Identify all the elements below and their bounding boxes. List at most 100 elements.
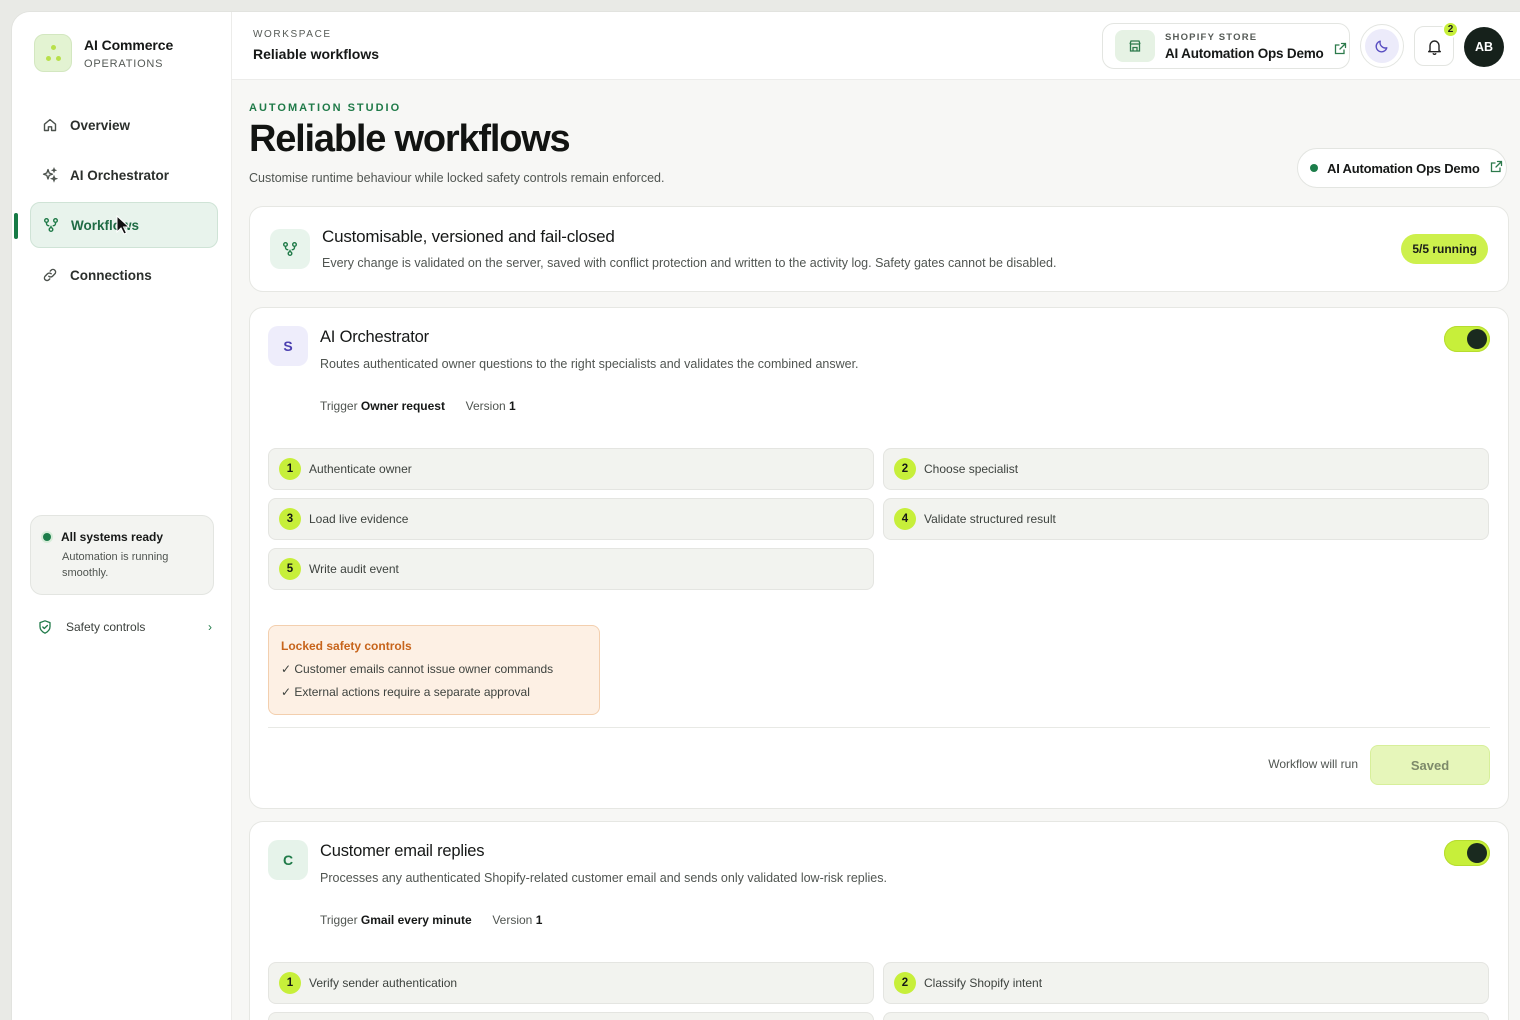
step-label: Validate structured result [924, 512, 1056, 526]
version-label: Version [492, 913, 533, 927]
workflow-step [268, 1012, 874, 1020]
info-card-title: Customisable, versioned and fail-closed [322, 227, 615, 246]
app-window: AI Commerce OPERATIONS Overview AI Orche… [12, 12, 1520, 1020]
safety-controls-label: Safety controls [66, 620, 146, 634]
safety-controls-link[interactable]: Safety controls › [36, 616, 212, 638]
step-number: 5 [279, 558, 301, 580]
trigger-value: Gmail every minute [360, 913, 472, 927]
locked-controls-title: Locked safety controls [281, 639, 412, 653]
step-label: Choose specialist [924, 462, 1019, 476]
workflow-run-status: Workflow will run [1268, 757, 1358, 771]
workflow-avatar: S [268, 326, 308, 366]
step-label: Verify sender authentication [309, 976, 458, 990]
workflow-step: 2 Classify Shopify intent [883, 962, 1489, 1004]
active-nav-indicator [14, 213, 18, 239]
brand[interactable]: AI Commerce OPERATIONS [34, 34, 173, 72]
workspace-title: Reliable workflows [253, 46, 380, 62]
trigger-label: Trigger [320, 913, 358, 927]
workflow-avatar: C [268, 840, 308, 880]
workflow-card-customer-email-replies: C Customer email replies Processes any a… [249, 821, 1509, 1020]
moon-icon [1375, 40, 1388, 53]
workflow-step: 2 Choose specialist [883, 448, 1489, 490]
store-name: AI Automation Ops Demo [1165, 45, 1324, 61]
brand-name: AI Commerce [84, 36, 174, 53]
external-link-icon [1490, 160, 1503, 176]
sidebar-item-connections[interactable]: Connections [30, 252, 218, 298]
step-number: 2 [894, 458, 916, 480]
notification-count-badge: 2 [1442, 21, 1459, 38]
link-icon [42, 267, 58, 283]
mouse-cursor-icon [116, 215, 131, 235]
sidebar-item-workflows[interactable]: Workflows [30, 202, 218, 248]
version-label: Version [465, 399, 506, 413]
sidebar-nav: Overview AI Orchestrator Workflows Conne… [30, 102, 218, 302]
version-value: 1 [509, 399, 516, 413]
main-content: AUTOMATION STUDIO Reliable workflows Cus… [249, 80, 1509, 1020]
store-pill[interactable]: AI Automation Ops Demo [1297, 148, 1507, 188]
version-value: 1 [535, 913, 543, 927]
workflow-title: Customer email replies [320, 842, 485, 860]
step-number: 1 [279, 458, 301, 480]
shopify-store-chip[interactable]: SHOPIFY STORE AI Automation Ops Demo [1102, 23, 1350, 69]
workflow-step: 1 Authenticate owner [268, 448, 874, 490]
workflow-meta: Trigger Gmail every minute Version 1 [320, 913, 542, 927]
brand-subtitle: OPERATIONS [84, 57, 164, 70]
page-eyebrow: AUTOMATION STUDIO [249, 102, 402, 114]
workflow-step: 5 Write audit event [268, 548, 874, 590]
notifications-button[interactable]: 2 [1414, 21, 1459, 66]
workflow-title: AI Orchestrator [320, 328, 429, 346]
sidebar-item-label: Connections [70, 267, 152, 283]
info-card: Customisable, versioned and fail-closed … [249, 206, 1509, 292]
trigger-value: Owner request [360, 399, 445, 413]
workflow-steps: 1 Authenticate owner 2 Choose specialist 3… [268, 448, 1490, 590]
sparkle-icon [42, 167, 58, 183]
workflow-icon [270, 229, 310, 269]
shield-icon [36, 618, 54, 636]
workflow-steps: 1 Verify sender authentication 2 Classify … [268, 962, 1490, 1020]
bell-icon [1427, 39, 1441, 55]
status-dot-icon [1310, 164, 1318, 172]
divider [268, 727, 1490, 728]
store-icon [1115, 30, 1155, 62]
sidebar-item-label: AI Orchestrator [70, 167, 170, 183]
locked-control-item: ✓ External actions require a separate ap… [281, 685, 530, 699]
info-card-description: Every change is validated on the server,… [322, 256, 1057, 270]
sidebar-item-overview[interactable]: Overview [30, 102, 218, 148]
page-subtitle: Customise runtime behaviour while locked… [249, 171, 665, 185]
sidebar-item-ai-orchestrator[interactable]: AI Orchestrator [30, 152, 218, 198]
theme-toggle-button[interactable] [1360, 24, 1404, 68]
external-link-icon[interactable] [1334, 42, 1347, 60]
running-status-badge: 5/5 running [1401, 234, 1488, 264]
save-button[interactable]: Saved [1370, 745, 1490, 785]
workflow-enabled-toggle[interactable] [1444, 326, 1490, 352]
step-number: 2 [894, 972, 916, 994]
workflow-meta: Trigger Owner request Version 1 [320, 399, 516, 413]
locked-safety-controls: Locked safety controls ✓ Customer emails… [268, 625, 600, 715]
workflow-description: Processes any authenticated Shopify-rela… [320, 871, 887, 885]
store-label: SHOPIFY STORE [1165, 31, 1258, 43]
step-number: 4 [894, 508, 916, 530]
workflow-step: 4 Validate structured result [883, 498, 1489, 540]
status-description: Automation is running smoothly. [62, 551, 169, 579]
trigger-label: Trigger [320, 399, 358, 413]
status-title: All systems ready [61, 530, 164, 544]
user-avatar[interactable]: AB [1464, 27, 1504, 67]
workflow-icon [43, 217, 59, 233]
status-dot-icon [43, 533, 51, 541]
step-label: Write audit event [309, 562, 399, 576]
workflow-step: 3 Load live evidence [268, 498, 874, 540]
step-label: Authenticate owner [309, 462, 412, 476]
step-number: 1 [279, 972, 301, 994]
brand-logo-icon [34, 34, 72, 72]
page-title: Reliable workflows [249, 118, 571, 160]
sidebar-item-label: Overview [70, 117, 131, 133]
workflow-enabled-toggle[interactable] [1444, 840, 1490, 866]
store-pill-label: AI Automation Ops Demo [1327, 160, 1480, 176]
system-status-card: All systems ready Automation is running … [30, 515, 214, 595]
top-header: WORKSPACE Reliable workflows SHOPIFY STO… [232, 12, 1520, 80]
step-label: Load live evidence [309, 512, 409, 526]
step-label: Classify Shopify intent [924, 976, 1043, 990]
chevron-right-icon: › [208, 620, 212, 634]
workflow-step [883, 1012, 1489, 1020]
workspace-label: WORKSPACE [253, 29, 332, 40]
